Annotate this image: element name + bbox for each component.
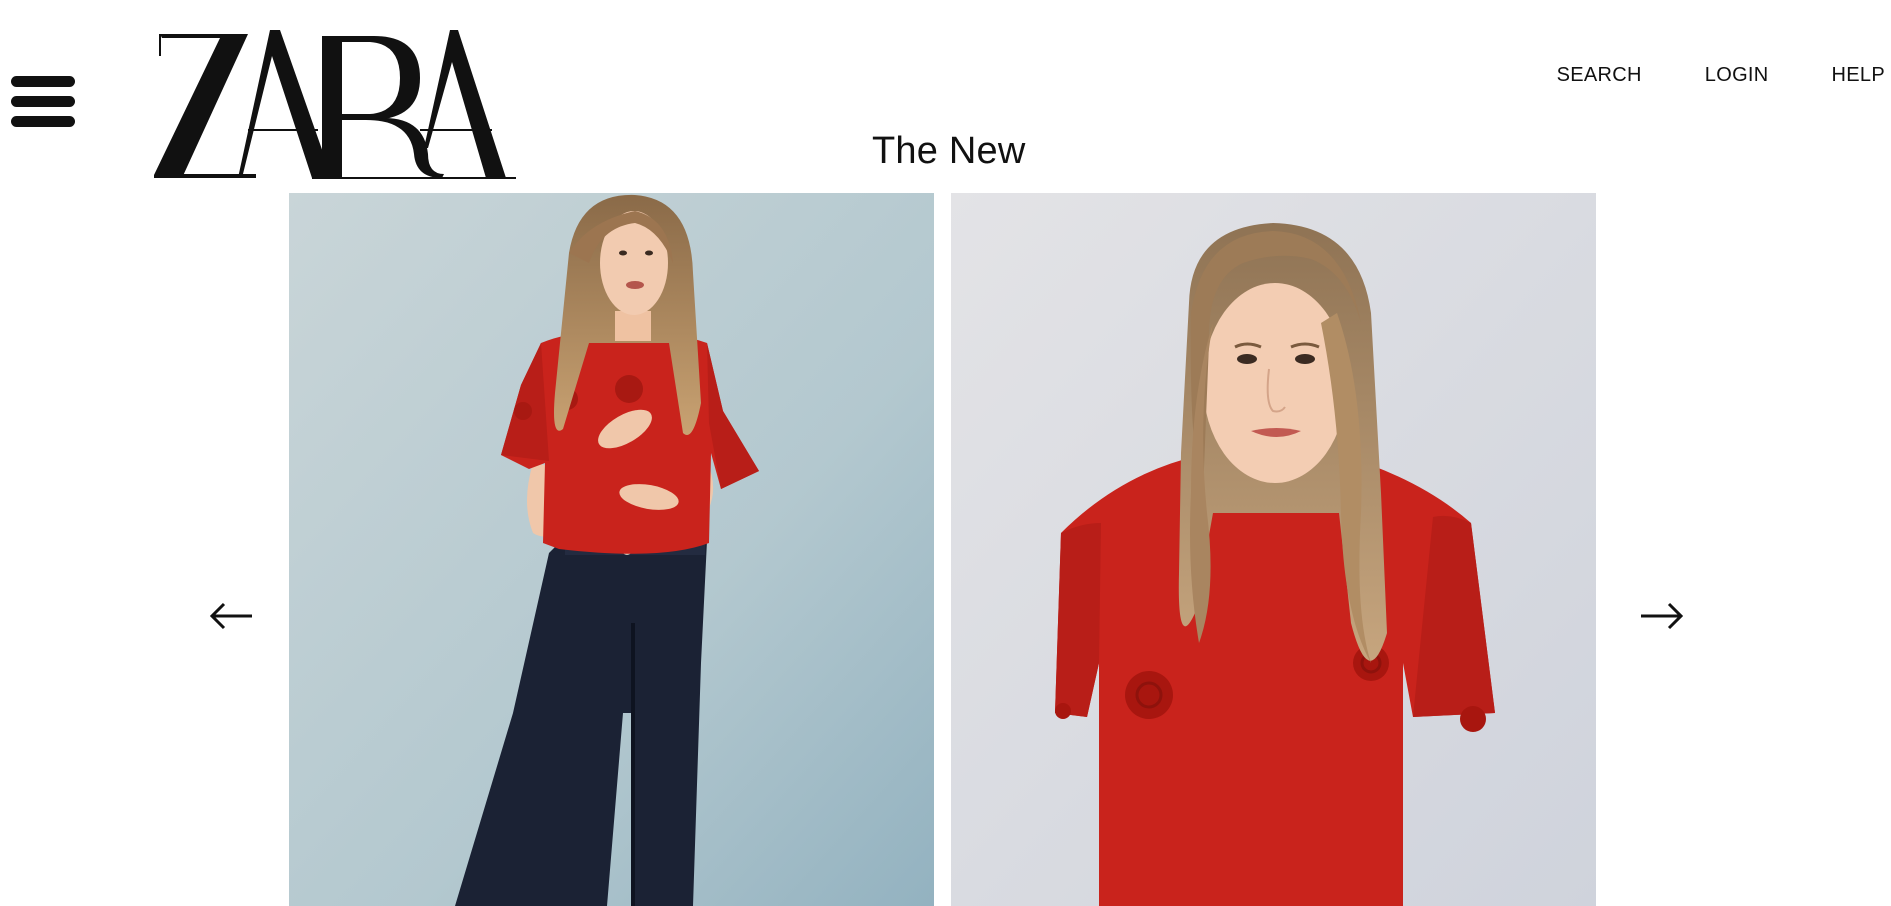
zara-logo-graphic <box>154 30 516 179</box>
menu-bar <box>11 76 75 87</box>
arrow-left-icon[interactable] <box>208 601 256 631</box>
menu-bar <box>11 116 75 127</box>
search-link[interactable]: SEARCH <box>1557 64 1642 87</box>
hamburger-menu-icon[interactable] <box>11 72 75 136</box>
top-navigation: SEARCH LOGIN HELP <box>1557 64 1885 87</box>
carousel-slide-image[interactable] <box>289 193 934 906</box>
arrow-right-icon[interactable] <box>1637 601 1685 631</box>
model-photo-2 <box>951 193 1596 906</box>
help-link[interactable]: HELP <box>1832 64 1885 87</box>
section-title: The New <box>872 130 1026 172</box>
carousel-slide-image[interactable] <box>951 193 1596 906</box>
model-photo-1 <box>289 193 934 906</box>
page: SEARCH LOGIN HELP The New <box>0 0 1891 906</box>
menu-bar <box>11 96 75 107</box>
zara-logo[interactable] <box>152 26 516 186</box>
login-link[interactable]: LOGIN <box>1705 64 1769 87</box>
product-carousel <box>0 193 1891 906</box>
